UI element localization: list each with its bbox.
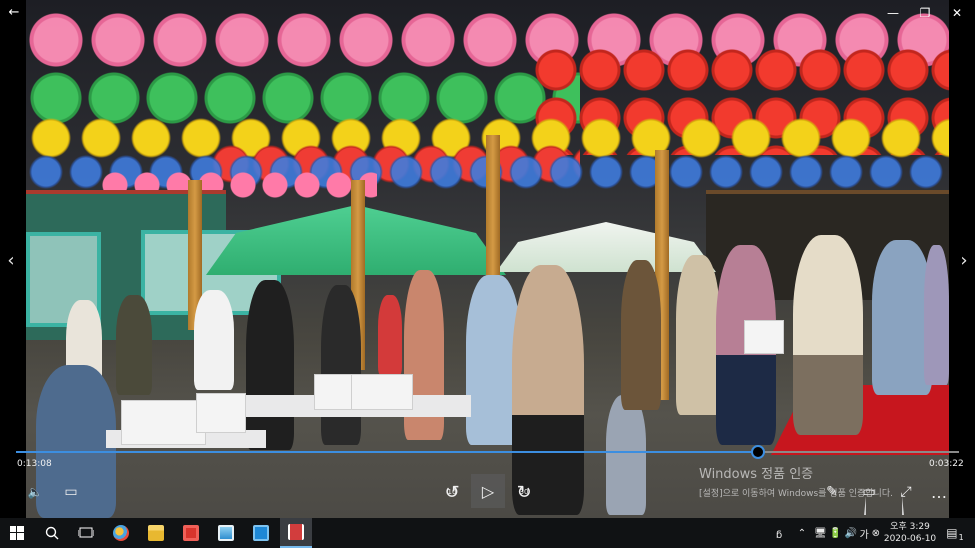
film-icon (288, 524, 304, 540)
forward-30-button[interactable]: ↻ 30 (513, 478, 535, 506)
taskbar-app-snipping-tool[interactable] (178, 518, 204, 548)
volume-button[interactable]: 🔈 (26, 478, 44, 506)
next-button[interactable]: › (955, 248, 973, 272)
clock-time: 오후 3:29 (890, 522, 930, 532)
fullscreen-icon: ⤢ (900, 484, 912, 500)
movies-and-tv-player-window: ← — ❐ ✕ ‹ › 0:13:08 0:03:22 🔈 ▭ ↺ 10 ▷ ↻ 3… (0, 0, 975, 548)
minimize-icon: — (887, 5, 899, 20)
captions-button[interactable]: ▭ (62, 478, 80, 506)
notification-count: 1 (958, 532, 964, 542)
close-icon: ✕ (951, 5, 963, 20)
search-button[interactable] (38, 518, 66, 548)
people-icon: ᵷ (775, 527, 783, 539)
people-button[interactable]: ᵷ (770, 518, 788, 548)
show-hidden-icons-button[interactable]: ⌃ (795, 518, 809, 548)
search-icon (45, 526, 59, 540)
person (194, 290, 234, 390)
person (246, 280, 294, 450)
start-button[interactable] (0, 518, 33, 548)
seek-bar[interactable] (16, 451, 959, 453)
chevron-right-icon: › (960, 249, 968, 271)
task-view-icon (78, 527, 94, 538)
chevron-up-icon: ⌃ (797, 527, 807, 539)
chevron-left-icon: ‹ (7, 249, 15, 271)
taskbar-app-store[interactable] (248, 518, 274, 548)
green-lantern-band (26, 70, 580, 125)
back-button[interactable]: ← (0, 0, 28, 25)
more-options-button[interactable]: … (930, 478, 948, 506)
photo-icon (218, 525, 234, 541)
time-elapsed: 0:13:08 (17, 459, 52, 469)
clock-date: 2020-06-10 (883, 534, 937, 544)
action-center-button[interactable]: ▤ 1 (940, 518, 970, 548)
network-icon[interactable]: 🖥 (814, 528, 827, 539)
person (321, 285, 361, 445)
man-in-beige-jacket (793, 235, 863, 435)
system-tray: 🖥 🔋 🔊 가 ⊗ (812, 518, 882, 548)
play-icon: ▷ (481, 481, 495, 501)
person (116, 295, 152, 395)
video-frame[interactable] (26, 0, 949, 518)
restore-icon: ❐ (919, 5, 931, 20)
person (676, 255, 720, 415)
close-button[interactable]: ✕ (942, 0, 972, 25)
folder-icon (148, 525, 164, 541)
ime-indicator[interactable]: 가 (860, 526, 869, 541)
rewind-10-button[interactable]: ↺ 10 (441, 478, 463, 506)
taskbar: ᵷ ⌃ 🖥 🔋 🔊 가 ⊗ 오후 3:29 2020-06-10 ▤ 1 (0, 518, 975, 548)
child (606, 395, 646, 515)
notification-icon: ▤ (946, 526, 958, 540)
more-icon: … (931, 482, 947, 502)
taskbar-app-photos[interactable] (213, 518, 239, 548)
taskbar-app-paint[interactable] (108, 518, 134, 548)
restore-button[interactable]: ❐ (910, 0, 940, 25)
windows-logo-icon (9, 526, 24, 540)
clock[interactable]: 오후 3:29 2020-06-10 (882, 518, 938, 548)
person (621, 260, 661, 410)
task-view-button[interactable] (72, 518, 100, 548)
taskbar-app-movies-tv[interactable] (280, 518, 312, 548)
time-total: 0:03:22 (929, 459, 964, 469)
person (924, 245, 949, 385)
play-button[interactable]: ▷ (471, 474, 505, 508)
forward-label: 30 (519, 488, 529, 496)
taskbar-app-file-explorer[interactable] (143, 518, 169, 548)
watermark-subtitle: [설정]으로 이동하여 Windows를 정품 인증합니다. (699, 489, 893, 499)
paper-box (314, 374, 354, 410)
paint-icon (113, 525, 129, 541)
previous-button[interactable]: ‹ (2, 248, 20, 272)
paper-box (351, 374, 413, 410)
person (378, 295, 402, 375)
minimize-button[interactable]: — (878, 0, 908, 25)
back-arrow-icon: ← (8, 5, 20, 20)
volume-icon[interactable]: 🔊 (845, 528, 857, 539)
battery-icon[interactable]: 🔋 (829, 528, 841, 539)
paper-bag (744, 320, 784, 354)
speaker-icon: 🔈 (27, 485, 43, 499)
fullscreen-button[interactable]: ⤢ (897, 478, 915, 506)
rewind-label: 10 (447, 488, 457, 496)
watermark-title: Windows 정품 인증 (699, 467, 814, 482)
seek-progress (16, 451, 759, 453)
paper-box (196, 393, 246, 433)
ime-status-icon[interactable]: ⊗ (872, 528, 880, 539)
windows-activation-watermark: Windows 정품 인증 [설정]으로 이동하여 Windows를 정품 인증… (699, 463, 893, 499)
captions-icon: ▭ (64, 484, 78, 500)
snip-icon (183, 525, 199, 541)
paper-box (121, 400, 206, 445)
store-icon (253, 525, 269, 541)
wooden-pillar (486, 135, 500, 280)
